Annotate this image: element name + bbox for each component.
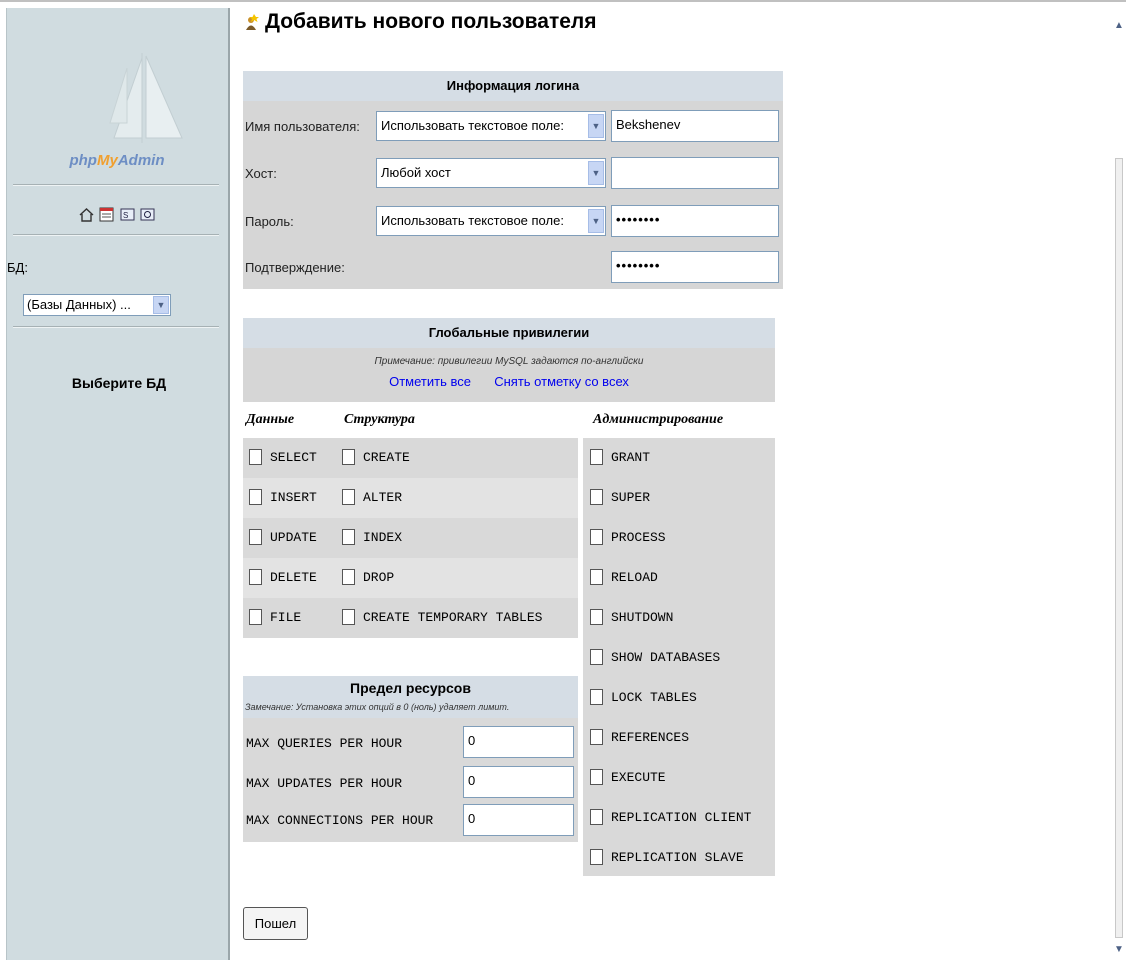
database-select-value: (Базы Данных) ... xyxy=(27,297,131,312)
privilege-file[interactable]: FILE xyxy=(249,609,301,625)
phpmyadmin-logo[interactable]: phpMyAdmin xyxy=(7,152,227,169)
chevron-down-icon[interactable]: ▼ xyxy=(588,114,604,138)
password-input[interactable]: •••••••• xyxy=(611,205,779,237)
max-connections-input[interactable]: 0 xyxy=(463,804,574,836)
sidebar-divider xyxy=(13,184,219,186)
global-privileges-header: Глобальные привилегии xyxy=(243,318,775,348)
select-links: Отметить все Снять отметку со всех xyxy=(243,374,775,389)
choose-database-hint: Выберите БД xyxy=(71,375,167,391)
host-type-select[interactable]: Любой хост ▼ xyxy=(376,158,606,188)
scroll-down-icon[interactable]: ▼ xyxy=(1112,944,1126,955)
username-input[interactable]: Bekshenev xyxy=(611,110,779,142)
insert-checkbox[interactable] xyxy=(249,489,262,505)
privilege-reload[interactable]: RELOAD xyxy=(590,569,658,585)
process-checkbox[interactable] xyxy=(590,529,603,545)
privilege-insert[interactable]: INSERT xyxy=(249,489,317,505)
max-connections-label: MAX CONNECTIONS PER HOUR xyxy=(246,813,434,828)
username-type-select[interactable]: Использовать текстовое поле: ▼ xyxy=(376,111,606,141)
data-column-header: Данные xyxy=(246,412,295,427)
privilege-references[interactable]: REFERENCES xyxy=(590,729,689,745)
resource-limits-header: Предел ресурсов xyxy=(350,680,471,696)
page-title: Добавить нового пользователя xyxy=(245,10,597,34)
phpmyadmin-docs-icon[interactable] xyxy=(140,207,155,222)
delete-checkbox[interactable] xyxy=(249,569,262,585)
privilege-select[interactable]: SELECT xyxy=(249,449,317,465)
privilege-create[interactable]: CREATE xyxy=(342,449,410,465)
replication-slave-checkbox[interactable] xyxy=(590,849,603,865)
privilege-execute[interactable]: EXECUTE xyxy=(590,769,666,785)
privilege-super[interactable]: SUPER xyxy=(590,489,650,505)
privilege-shutdown[interactable]: SHUTDOWN xyxy=(590,609,673,625)
max-updates-input[interactable]: 0 xyxy=(463,766,574,798)
privilege-drop[interactable]: DROP xyxy=(342,569,394,585)
create-temporary-tables-checkbox[interactable] xyxy=(342,609,355,625)
privilege-update[interactable]: UPDATE xyxy=(249,529,317,545)
privilege-process[interactable]: PROCESS xyxy=(590,529,666,545)
create-checkbox[interactable] xyxy=(342,449,355,465)
drop-checkbox[interactable] xyxy=(342,569,355,585)
host-label: Хост: xyxy=(245,166,277,181)
chevron-down-icon[interactable]: ▼ xyxy=(153,296,169,314)
password-label: Пароль: xyxy=(245,214,294,229)
query-window-icon[interactable] xyxy=(99,207,114,222)
privilege-create-temporary-tables[interactable]: CREATE TEMPORARY TABLES xyxy=(342,609,542,625)
home-icon[interactable] xyxy=(79,207,94,222)
alter-checkbox[interactable] xyxy=(342,489,355,505)
sidebar-icon-bar: S xyxy=(7,206,227,222)
index-checkbox[interactable] xyxy=(342,529,355,545)
chevron-down-icon[interactable]: ▼ xyxy=(588,161,604,185)
confirm-password-input[interactable]: •••••••• xyxy=(611,251,779,283)
privilege-show-databases[interactable]: SHOW DATABASES xyxy=(590,649,720,665)
grant-checkbox[interactable] xyxy=(590,449,603,465)
privilege-index[interactable]: INDEX xyxy=(342,529,402,545)
host-input[interactable] xyxy=(611,157,779,189)
scroll-up-icon[interactable]: ▲ xyxy=(1112,20,1126,31)
resource-limits-note: Замечание: Установка этих опций в 0 (нол… xyxy=(245,702,510,712)
select-checkbox[interactable] xyxy=(249,449,262,465)
chevron-down-icon[interactable]: ▼ xyxy=(588,209,604,233)
sidebar-divider xyxy=(13,234,219,236)
privilege-grant[interactable]: GRANT xyxy=(590,449,650,465)
max-updates-label: MAX UPDATES PER HOUR xyxy=(246,776,403,791)
max-queries-input[interactable]: 0 xyxy=(463,726,574,758)
database-label: БД: xyxy=(7,260,28,275)
show-databases-checkbox[interactable] xyxy=(590,649,603,665)
structure-column-header: Структура xyxy=(344,412,415,427)
sql-docs-icon[interactable]: S xyxy=(120,207,135,222)
privilege-delete[interactable]: DELETE xyxy=(249,569,317,585)
privilege-lock-tables[interactable]: LOCK TABLES xyxy=(590,689,697,705)
privilege-replication-client[interactable]: REPLICATION CLIENT xyxy=(590,809,751,825)
svg-text:S: S xyxy=(123,211,128,220)
password-type-select[interactable]: Использовать текстовое поле: ▼ xyxy=(376,206,606,236)
confirm-password-label: Подтверждение: xyxy=(245,260,345,275)
execute-checkbox[interactable] xyxy=(590,769,603,785)
sidebar-divider xyxy=(13,326,219,328)
left-navigation-frame: phpMyAdmin S БД: (Базы Данных) ... ▼ Выб… xyxy=(6,8,230,960)
replication-client-checkbox[interactable] xyxy=(590,809,603,825)
max-queries-label: MAX QUERIES PER HOUR xyxy=(246,736,403,751)
window-top-border xyxy=(0,0,1126,8)
add-user-icon xyxy=(245,13,259,31)
super-checkbox[interactable] xyxy=(590,489,603,505)
privileges-note: Примечание: привилегии MySQL задаются по… xyxy=(374,356,644,367)
privilege-alter[interactable]: ALTER xyxy=(342,489,402,505)
admin-column-header: Администрирование xyxy=(593,412,724,427)
update-checkbox[interactable] xyxy=(249,529,262,545)
login-info-header: Информация логина xyxy=(243,71,783,101)
check-all-link[interactable]: Отметить все xyxy=(389,374,471,389)
privilege-replication-slave[interactable]: REPLICATION SLAVE xyxy=(590,849,744,865)
scrollbar-thumb[interactable] xyxy=(1115,158,1123,938)
file-checkbox[interactable] xyxy=(249,609,262,625)
vertical-scrollbar[interactable]: ▲ ▼ xyxy=(1112,8,1126,960)
username-label: Имя пользователя: xyxy=(245,119,360,134)
uncheck-all-link[interactable]: Снять отметку со всех xyxy=(494,374,629,389)
shutdown-checkbox[interactable] xyxy=(590,609,603,625)
go-button[interactable]: Пошел xyxy=(243,907,308,940)
database-select[interactable]: (Базы Данных) ... ▼ xyxy=(23,294,171,316)
reload-checkbox[interactable] xyxy=(590,569,603,585)
lock-tables-checkbox[interactable] xyxy=(590,689,603,705)
references-checkbox[interactable] xyxy=(590,729,603,745)
phpmyadmin-logo-ship-icon xyxy=(109,53,183,143)
